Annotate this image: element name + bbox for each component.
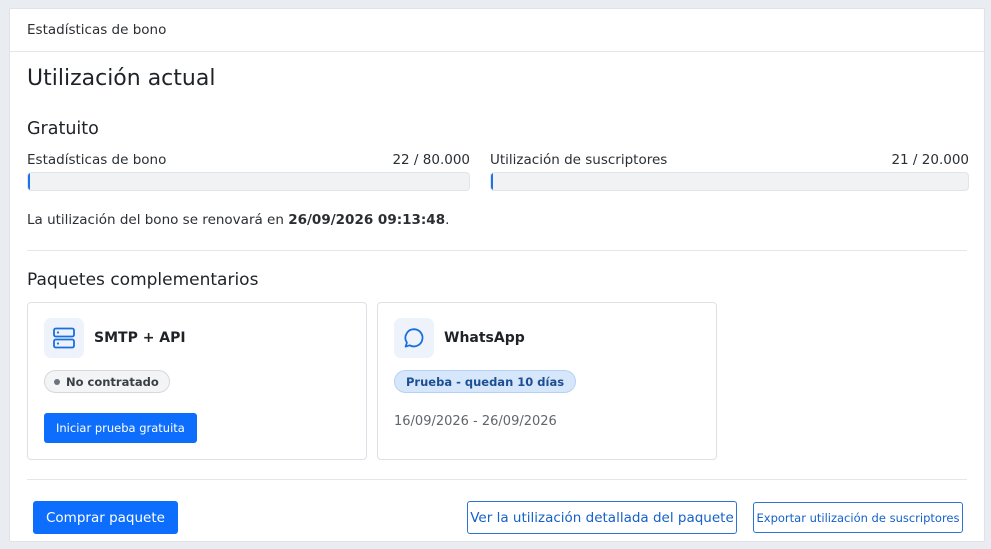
- server-icon: [44, 318, 84, 358]
- start-free-trial-button[interactable]: Iniciar prueba gratuita: [44, 413, 197, 443]
- usage-subscribers: Utilización de suscriptores 21 / 20.000: [490, 152, 969, 191]
- status-badge: No contratado: [44, 370, 170, 393]
- trial-date-range: 16/09/2026 - 26/09/2026: [394, 414, 557, 429]
- footer-divider: [27, 479, 967, 480]
- status-dot-icon: [54, 378, 60, 385]
- usage-progress-fill: [28, 173, 30, 190]
- status-badge-label: No contratado: [66, 374, 159, 389]
- view-detailed-usage-button[interactable]: Ver la utilización detallada del paquete: [467, 501, 737, 534]
- usage-progress-fill: [491, 173, 493, 190]
- page-title: Utilización actual: [27, 66, 216, 91]
- addons-title: Paquetes complementarios: [27, 270, 259, 290]
- usage-label: Utilización de suscriptores: [490, 152, 668, 168]
- export-subscriber-usage-button[interactable]: Exportar utilización de suscriptores: [753, 502, 963, 533]
- chat-bubble-icon: [394, 318, 434, 358]
- renewal-suffix: .: [445, 212, 450, 228]
- plan-name: Gratuito: [27, 119, 99, 139]
- usage-label: Estadísticas de bono: [27, 152, 167, 168]
- package-card-smtp: SMTP + API No contratado Iniciar prueba …: [27, 302, 367, 460]
- usage-value: 22 / 80.000: [392, 152, 470, 168]
- trial-status-badge: Prueba - quedan 10 días: [394, 370, 577, 393]
- bonus-stats-card: Estadísticas de bono Utilización actual …: [9, 8, 985, 542]
- renewal-prefix: La utilización del bono se renovará en: [27, 212, 289, 228]
- buy-package-button[interactable]: Comprar paquete: [33, 501, 178, 534]
- package-card-whatsapp: WhatsApp Prueba - quedan 10 días 16/09/2…: [377, 302, 717, 460]
- package-title: WhatsApp: [444, 330, 525, 346]
- card-header-title: Estadísticas de bono: [27, 22, 167, 38]
- card-header: Estadísticas de bono: [10, 9, 984, 52]
- renewal-notice: La utilización del bono se renovará en 2…: [27, 212, 449, 228]
- usage-bonus-stats: Estadísticas de bono 22 / 80.000: [27, 152, 470, 191]
- usage-progress-bar: [490, 172, 969, 191]
- renewal-datetime: 26/09/2026 09:13:48: [288, 212, 446, 228]
- usage-progress-bar: [27, 172, 470, 191]
- package-title: SMTP + API: [94, 330, 186, 346]
- usage-value: 21 / 20.000: [891, 152, 969, 168]
- section-divider: [27, 250, 967, 251]
